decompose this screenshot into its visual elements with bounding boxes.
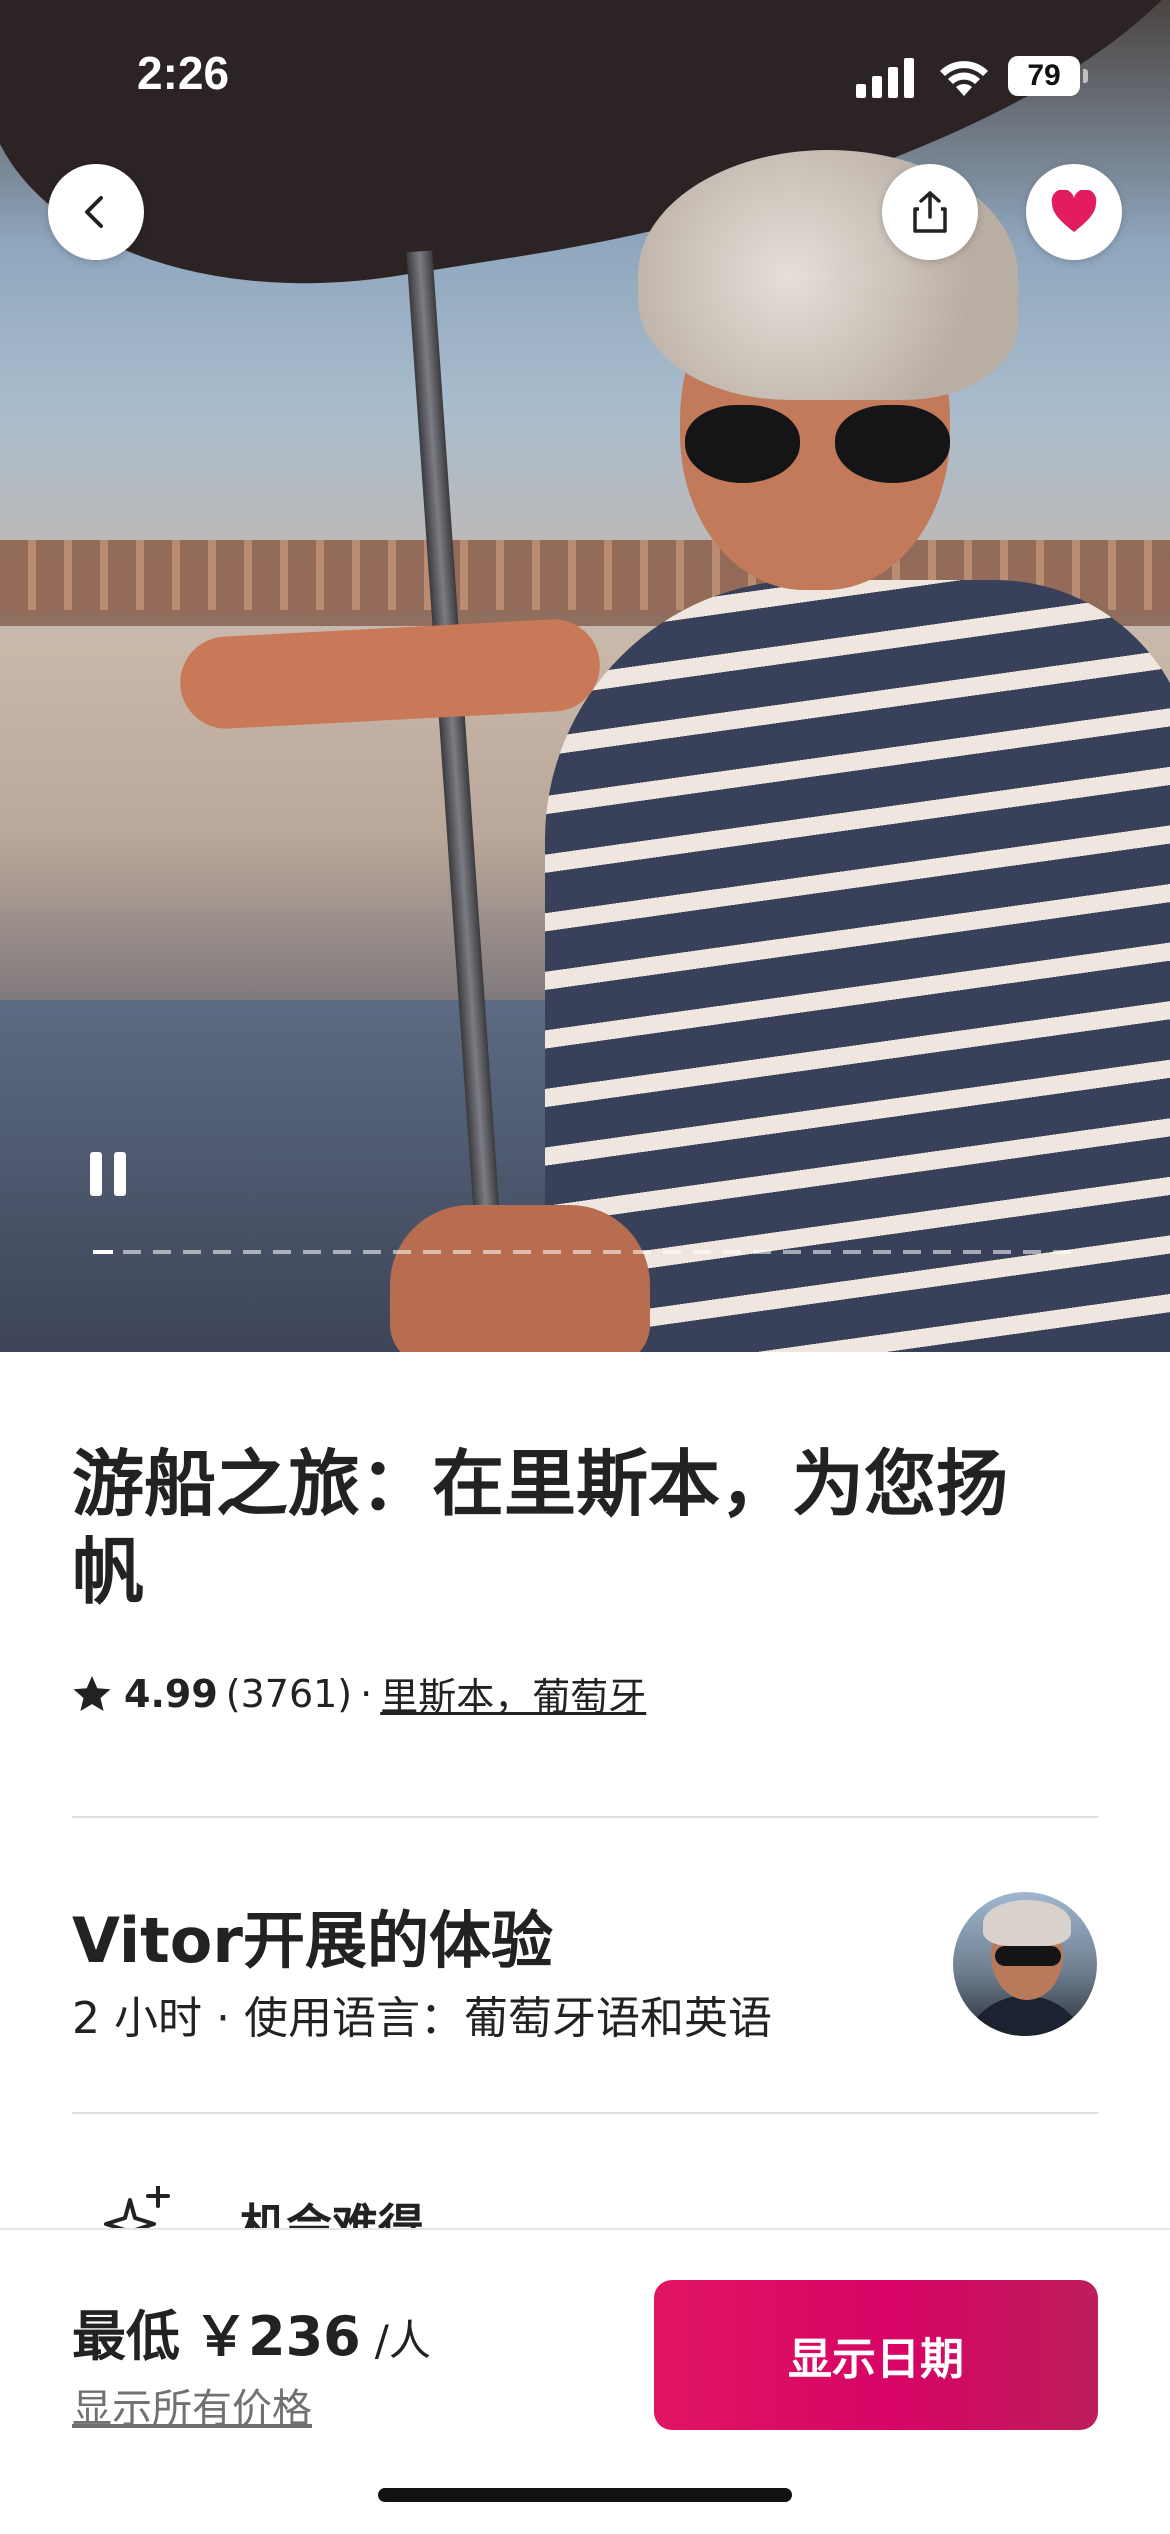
avatar-sunglasses: [995, 1946, 1061, 1966]
listing-title: 游船之旅：在里斯本，为您扬帆: [72, 1442, 1009, 1614]
price-unit: /人: [374, 2316, 431, 2365]
battery-indicator: 79: [1008, 56, 1088, 96]
review-count[interactable]: (3761): [226, 1672, 352, 1716]
meta-separator: ·: [360, 1671, 373, 1716]
cellular-signal-icon: [856, 56, 914, 98]
show-all-prices-link[interactable]: 显示所有价格: [72, 2376, 312, 2434]
progress-track: [93, 1250, 1078, 1254]
host-striped-shirt: [545, 580, 1170, 1352]
location-link[interactable]: 里斯本，葡萄牙: [380, 1666, 646, 1721]
avatar-shoulders: [963, 1996, 1087, 2036]
avatar-hair: [983, 1900, 1071, 1946]
price-prefix: 最低: [72, 2305, 180, 2368]
status-time: 2:26: [137, 47, 230, 99]
heart-icon: [1051, 190, 1097, 232]
pause-button[interactable]: [90, 1152, 130, 1198]
rating-row: 4.99 (3761) · 里斯本，葡萄牙: [72, 1666, 646, 1721]
divider: [72, 1816, 1098, 1818]
experience-details: 2 小时 · 使用语言：葡萄牙语和英语: [72, 1993, 772, 2044]
host-arm: [177, 617, 603, 731]
booking-bar: 最低 ￥236 /人 显示所有价格 显示日期: [0, 2228, 1170, 2534]
host-avatar[interactable]: [953, 1892, 1097, 2036]
pause-icon-bar: [114, 1152, 126, 1196]
show-dates-button[interactable]: 显示日期: [654, 2280, 1098, 2430]
save-wishlist-button[interactable]: [1026, 164, 1122, 260]
video-progress-bar[interactable]: [93, 1250, 1078, 1256]
pause-icon: [90, 1152, 102, 1196]
price-value: ￥236: [194, 2305, 361, 2368]
back-button[interactable]: [48, 164, 144, 260]
hero-video[interactable]: 2:26 79: [0, 0, 1170, 1352]
chevron-left-icon: [85, 196, 103, 228]
host-sunglasses: [685, 405, 955, 485]
rating-value: 4.99: [124, 1671, 218, 1716]
wifi-icon: [940, 61, 988, 96]
home-indicator: [378, 2488, 792, 2502]
divider: [72, 2112, 1098, 2114]
share-icon: [913, 191, 947, 233]
price-row: 最低 ￥236 /人: [72, 2292, 431, 2371]
status-bar: 2:26 79: [0, 0, 1170, 150]
host-title: Vitor开展的体验: [72, 1904, 553, 1977]
share-button[interactable]: [882, 164, 978, 260]
star-icon: [73, 1675, 111, 1711]
progress-fill: [93, 1250, 113, 1254]
host-hand: [390, 1205, 650, 1352]
